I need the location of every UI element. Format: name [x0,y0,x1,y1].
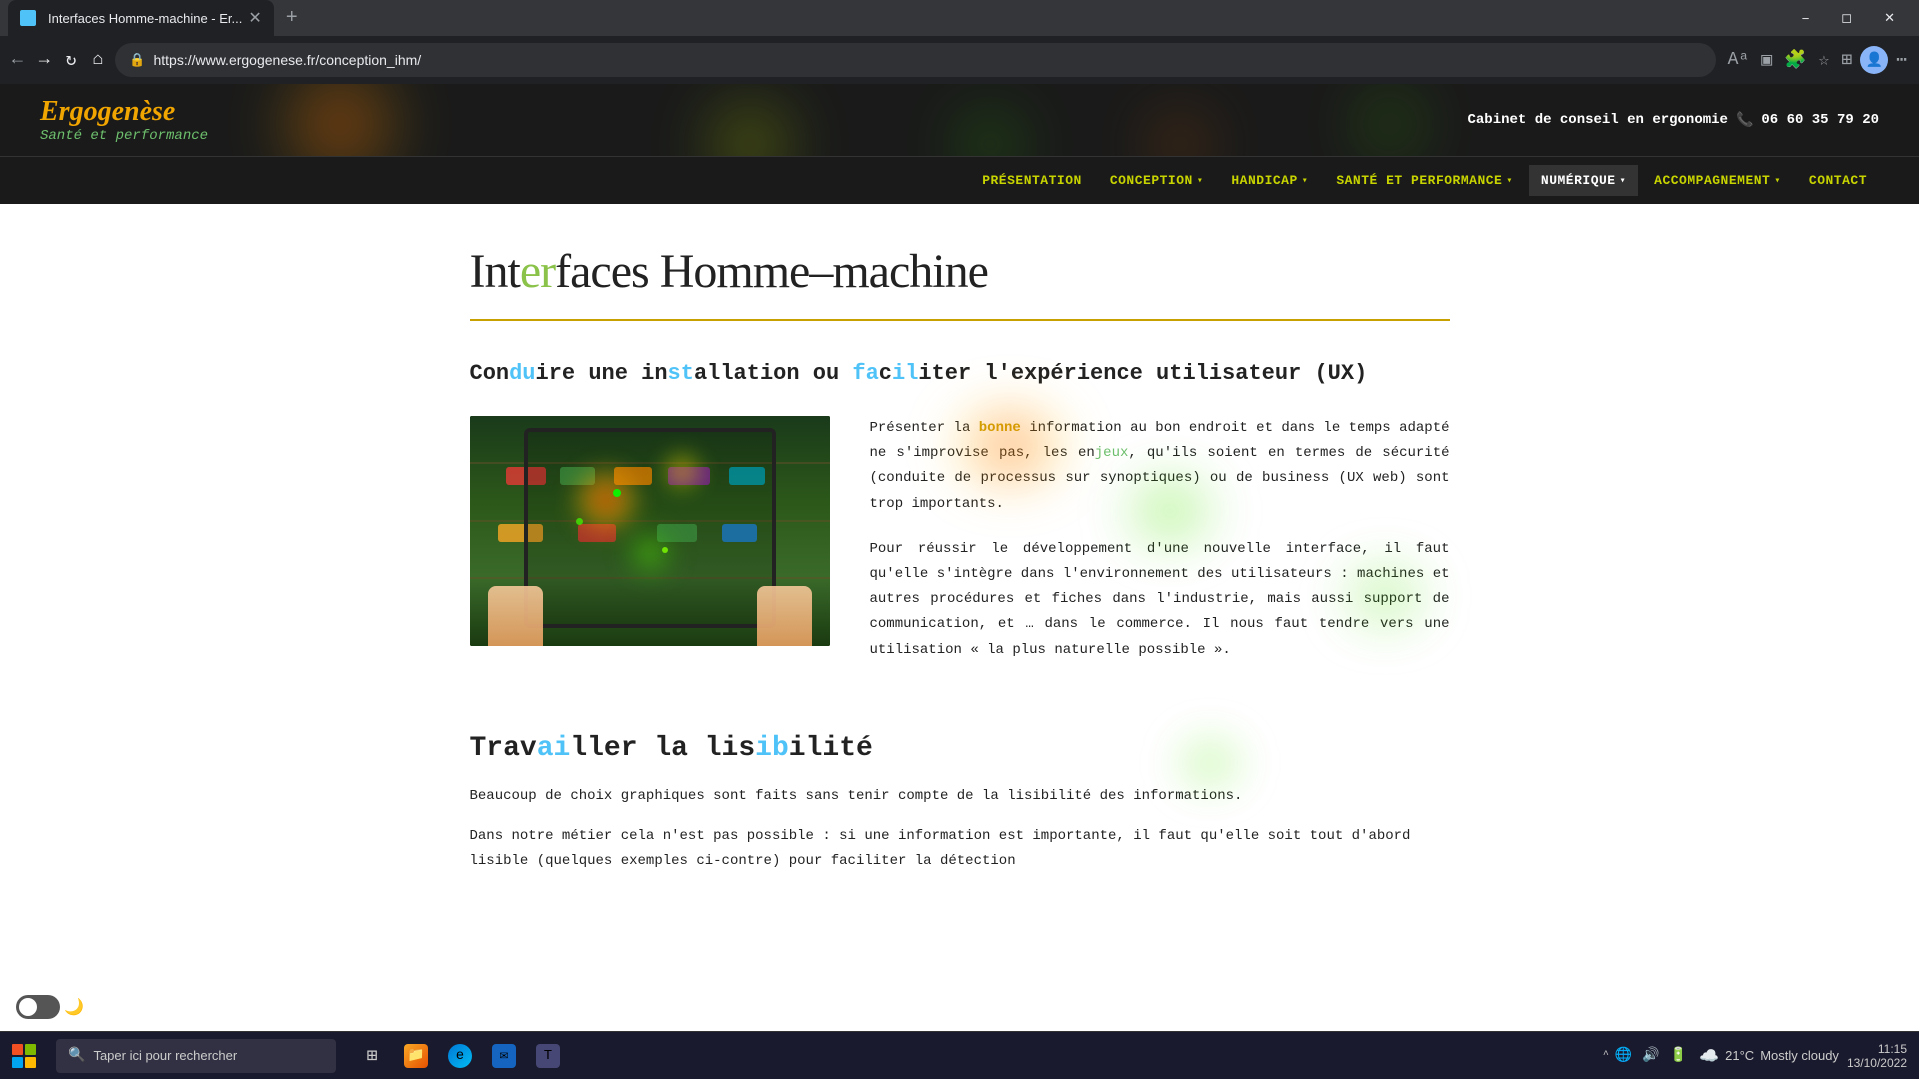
phone-icon: 📞 [1736,112,1753,129]
teams-button[interactable]: T [528,1036,568,1076]
favorite-icon[interactable]: ☆ [1814,45,1833,75]
moon-icon: 🌙 [64,997,84,1017]
dropdown-arrow-numerique: ▾ [1620,175,1627,187]
content-row: Présenter la bonne information au bon en… [470,416,1450,683]
edge-button[interactable]: e [440,1036,480,1076]
phone-number[interactable]: 06 60 35 79 20 [1761,112,1879,128]
header-contact: Cabinet de conseil en ergonomie 📞 06 60 … [1467,112,1879,129]
section2-heading: Travailler la lisibilité [470,733,1450,764]
settings-icon[interactable]: ⋯ [1892,45,1911,75]
active-tab[interactable]: Interfaces Homme-machine - Er... ✕ [8,0,274,36]
start-button[interactable] [0,1032,48,1079]
nav-item-contact[interactable]: CONTACT [1797,165,1879,196]
reload-button[interactable]: ↻ [62,45,81,75]
taskbar-search[interactable]: 🔍 Taper ici pour rechercher [56,1039,336,1073]
window-controls: − ◻ ✕ [1786,0,1911,36]
nav-item-conception[interactable]: CONCEPTION ▾ [1098,165,1216,196]
taskbar-right: ^ 🌐 🔊 🔋 ☁️ 21°C Mostly cloudy 11:15 13/1… [1603,1042,1919,1070]
section2-para1: Beaucoup de choix graphiques sont faits … [470,784,1450,809]
mail-icon: ✉ [492,1044,516,1068]
home-button[interactable]: ⌂ [88,46,107,74]
file-explorer-button[interactable]: 📁 [396,1036,436,1076]
section2-para2: Dans notre métier cela n'est pas possibl… [470,824,1450,874]
mail-button[interactable]: ✉ [484,1036,524,1076]
logo-name: Ergogenèse [40,96,208,128]
contact-label: Cabinet de conseil en ergonomie [1467,112,1727,128]
taskview-icon: ⊞ [367,1045,378,1067]
page-title: Interfaces Homme–machine [470,244,1450,299]
site-header: Ergogenèse Santé et performance Cabinet … [0,84,1919,156]
maximize-button[interactable]: ◻ [1825,0,1868,36]
windows-logo [12,1044,36,1068]
url-text: https://www.ergogenese.fr/conception_ihm… [153,52,421,68]
lock-icon: 🔒 [129,53,145,68]
toolbar-icons: Aᵃ ▣ 🧩 ☆ ⊞ 👤 ⋯ [1724,45,1911,75]
taskbar-apps: ⊞ 📁 e ✉ T [352,1036,568,1076]
collections-icon[interactable]: ⊞ [1837,45,1856,75]
taskbar-weather: ☁️ 21°C Mostly cloudy [1699,1046,1839,1066]
weather-temp: 21°C [1725,1048,1754,1063]
toggle-track[interactable] [16,995,60,1019]
content-text: Présenter la bonne information au bon en… [870,416,1450,683]
browser-toolbar: ← → ↻ ⌂ 🔒 https://www.ergogenese.fr/conc… [0,36,1919,84]
close-button[interactable]: ✕ [1868,0,1911,36]
extension-icon[interactable]: 🧩 [1780,45,1810,75]
tab-favicon [20,10,36,26]
edge-icon: e [448,1044,472,1068]
clock-date: 13/10/2022 [1847,1056,1907,1070]
profile-avatar[interactable]: 👤 [1860,46,1888,74]
weather-desc: Mostly cloudy [1760,1048,1839,1063]
tab-title: Interfaces Homme-machine - Er... [48,11,242,26]
minimize-button[interactable]: − [1786,0,1826,36]
page-divider [470,319,1450,321]
network-icon[interactable]: 🌐 [1611,1043,1636,1068]
taskbar-clock[interactable]: 11:15 13/10/2022 [1847,1042,1907,1070]
browser-chrome: Interfaces Homme-machine - Er... ✕ + − ◻… [0,0,1919,84]
weather-icon: ☁️ [1699,1046,1719,1066]
site-navigation: PRÉSENTATION CONCEPTION ▾ HANDICAP ▾ SAN… [0,156,1919,204]
screenshot-icon[interactable]: ▣ [1757,45,1776,75]
nav-item-handicap[interactable]: HANDICAP ▾ [1219,165,1320,196]
back-button[interactable]: ← [8,46,27,74]
section2: Travailler la lisibilité Beaucoup de cho… [470,733,1450,875]
address-bar[interactable]: 🔒 https://www.ergogenese.fr/conception_i… [115,43,1715,77]
dark-mode-toggle[interactable]: 🌙 [16,995,84,1019]
new-tab-button[interactable]: + [278,3,306,34]
dropdown-arrow-sante: ▾ [1506,175,1513,187]
nav-item-presentation[interactable]: PRÉSENTATION [970,165,1094,196]
dropdown-arrow-handicap: ▾ [1302,175,1309,187]
content-image [470,416,830,646]
site-logo[interactable]: Ergogenèse Santé et performance [40,96,208,144]
logo-tagline: Santé et performance [40,128,208,144]
teams-icon: T [536,1044,560,1068]
tab-close-button[interactable]: ✕ [248,8,261,28]
tab-bar: Interfaces Homme-machine - Er... ✕ + − ◻… [0,0,1919,36]
notification-area: ^ 🌐 🔊 🔋 [1603,1043,1691,1068]
dropdown-arrow-conception: ▾ [1197,175,1204,187]
clock-time: 11:15 [1878,1042,1907,1056]
volume-icon[interactable]: 🔊 [1638,1043,1663,1068]
forward-button[interactable]: → [35,46,54,74]
content-para2: Pour réussir le développement d'une nouv… [870,537,1450,663]
nav-item-sante[interactable]: SANTÉ ET PERFORMANCE ▾ [1324,165,1525,196]
toggle-thumb [19,998,37,1016]
website: Ergogenèse Santé et performance Cabinet … [0,84,1919,929]
search-placeholder: Taper ici pour rechercher [93,1048,237,1063]
battery-icon[interactable]: 🔋 [1666,1043,1691,1068]
nav-item-numerique[interactable]: NUMÉRIQUE ▾ [1529,165,1638,196]
dropdown-arrow-accompagnement: ▾ [1774,175,1781,187]
nav-item-accompagnement[interactable]: ACCOMPAGNEMENT ▾ [1642,165,1793,196]
expand-arrow[interactable]: ^ [1603,1050,1609,1061]
taskview-button[interactable]: ⊞ [352,1036,392,1076]
font-size-icon[interactable]: Aᵃ [1724,46,1754,74]
content-para1: Présenter la bonne information au bon en… [870,416,1450,517]
page-content: Interfaces Homme–machine Conduire une in… [410,204,1510,929]
file-explorer-icon: 📁 [404,1044,428,1068]
search-icon: 🔍 [68,1047,85,1064]
image-placeholder [470,416,830,646]
taskbar: 🔍 Taper ici pour rechercher ⊞ 📁 e ✉ [0,1031,1919,1079]
section1-heading: Conduire une installation ou faciliter l… [470,361,1450,386]
